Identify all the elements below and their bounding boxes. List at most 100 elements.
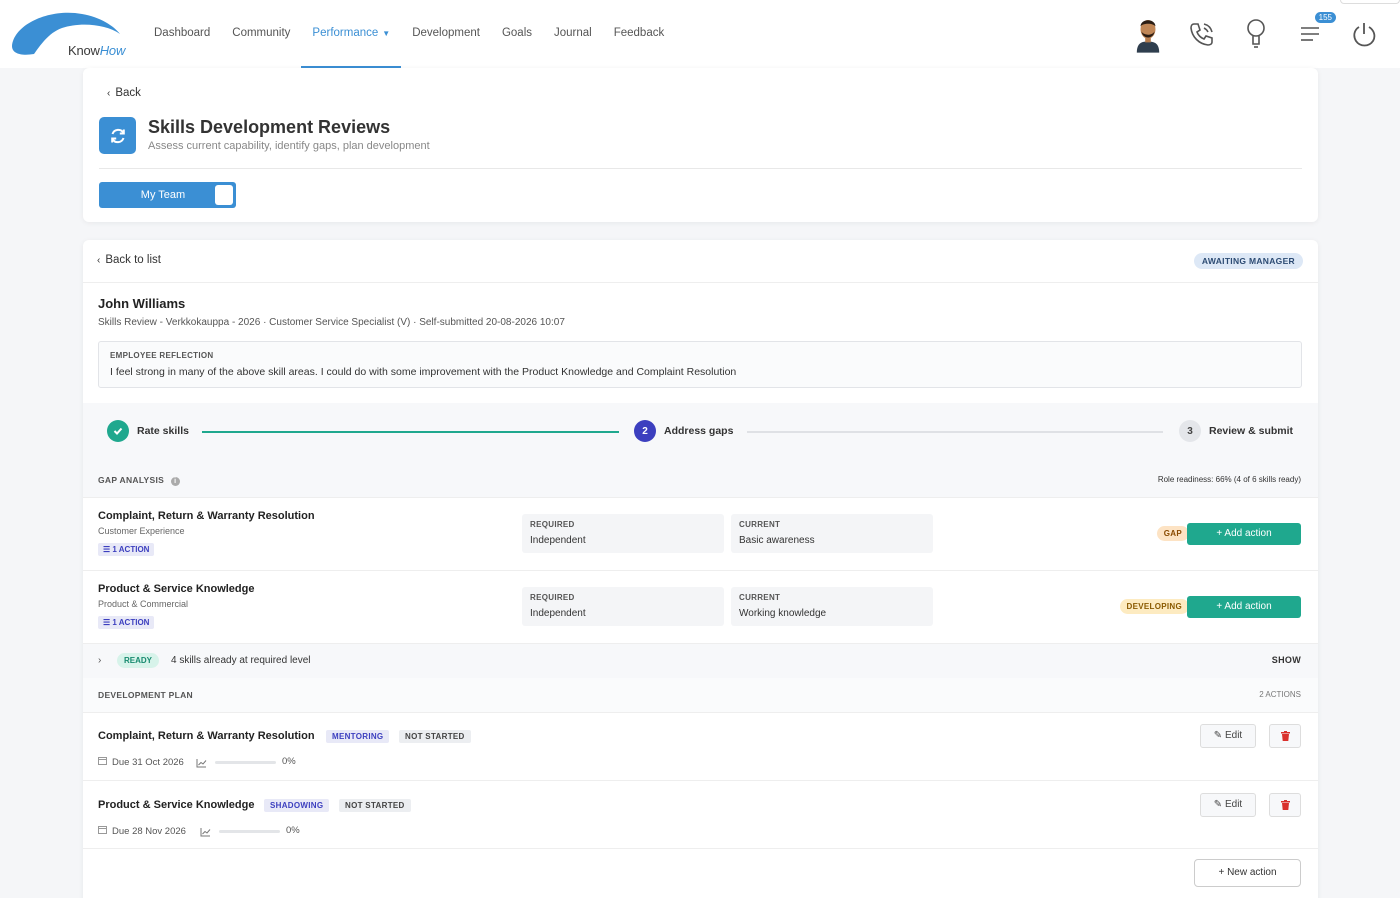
- top-navigation: KnowHow Dashboard Community Performance ▼…: [0, 0, 1400, 68]
- development-plan-header: DEVELOPMENT PLAN 2 ACTIONS: [83, 678, 1318, 712]
- back-link[interactable]: ‹ Back: [107, 87, 141, 99]
- nav-dashboard[interactable]: Dashboard: [154, 0, 221, 68]
- step-address-gaps[interactable]: 2 Address gaps: [634, 420, 733, 442]
- add-action-button[interactable]: + Add action: [1187, 596, 1301, 618]
- progress-percent: 0%: [282, 756, 296, 767]
- action-count-tag[interactable]: ☰ 1 ACTION: [98, 543, 155, 556]
- page-title: Skills Development Reviews: [148, 117, 391, 137]
- knowhow-logo[interactable]: KnowHow: [10, 10, 125, 58]
- corner-tab: [1340, 0, 1400, 4]
- toggle-label: My Team: [140, 189, 186, 201]
- pencil-icon: ✎: [1213, 799, 1225, 810]
- skill-category: Product & Commercial: [98, 599, 189, 609]
- plan-item: Product & Service Knowledge SHADOWING NO…: [83, 781, 1318, 849]
- skill-name: Product & Service Knowledge: [98, 583, 255, 595]
- action-count-tag[interactable]: ☰ 1 ACTION: [98, 616, 155, 629]
- reflection-label: EMPLOYEE REFLECTION: [110, 351, 214, 360]
- trash-icon: [1280, 731, 1290, 741]
- step-connector-pending: [747, 431, 1163, 433]
- main-menu: Dashboard Community Performance ▼ Develop…: [154, 0, 675, 68]
- step-review-submit[interactable]: 3 Review & submit: [1179, 420, 1293, 442]
- phone-icon[interactable]: [1188, 14, 1216, 54]
- ready-text: 4 skills already at required level: [171, 655, 311, 666]
- delete-button[interactable]: [1269, 724, 1301, 748]
- status-badge: AWAITING MANAGER: [1193, 253, 1303, 269]
- due-date: Due 31 Oct 2026: [98, 756, 184, 768]
- check-icon: [107, 420, 129, 442]
- action-status-tag: NOT STARTED: [339, 799, 411, 812]
- action-type-tag: SHADOWING: [264, 799, 330, 812]
- my-team-toggle[interactable]: My Team: [99, 182, 236, 208]
- list-icon: ☰: [103, 545, 113, 554]
- employee-reflection: EMPLOYEE REFLECTION I feel strong in man…: [98, 341, 1302, 388]
- review-card: ‹ Back to list AWAITING MANAGER John Will…: [83, 240, 1318, 898]
- page-subtitle: Assess current capability, identify gaps…: [148, 140, 430, 152]
- step-rate-skills[interactable]: Rate skills: [107, 420, 189, 442]
- nav-community[interactable]: Community: [221, 0, 301, 68]
- plan-skill-name: Complaint, Return & Warranty Resolution: [98, 730, 315, 742]
- chevron-right-icon: ›: [98, 655, 102, 666]
- back-to-list-link[interactable]: ‹ Back to list: [97, 254, 161, 266]
- ready-badge: READY: [117, 653, 160, 668]
- gap-row: Complaint, Return & Warranty Resolution …: [83, 497, 1318, 570]
- role-readiness: Role readiness: 66% (4 of 6 skills ready…: [1157, 475, 1301, 484]
- add-action-button[interactable]: + Add action: [1187, 523, 1301, 545]
- lightbulb-icon[interactable]: [1242, 14, 1270, 54]
- progress-percent: 0%: [286, 825, 300, 836]
- edit-button[interactable]: ✎ Edit: [1200, 793, 1256, 817]
- calendar-icon: [98, 825, 107, 837]
- divider: [83, 848, 1318, 849]
- step-connector-done: [202, 431, 619, 433]
- show-button[interactable]: SHOW: [1272, 655, 1301, 665]
- action-type-tag: MENTORING: [326, 730, 390, 743]
- ready-skills-row[interactable]: › READY 4 skills already at required lev…: [83, 644, 1318, 678]
- pencil-icon: ✎: [1213, 730, 1225, 741]
- required-level: REQUIRED Independent: [522, 514, 724, 553]
- current-level: CURRENT Working knowledge: [731, 587, 933, 626]
- required-level: REQUIRED Independent: [522, 587, 724, 626]
- reflection-text: I feel strong in many of the above skill…: [110, 366, 737, 378]
- edit-button[interactable]: ✎ Edit: [1200, 724, 1256, 748]
- chevron-left-icon: ‹: [97, 255, 101, 266]
- review-meta: Skills Review - Verkkokauppa - 2026 · Cu…: [98, 317, 565, 328]
- divider: [99, 168, 1302, 169]
- trend-icon: [200, 824, 211, 842]
- gap-analysis-header: GAP ANALYSIS i Role readiness: 66% (4 of…: [83, 463, 1318, 497]
- info-icon[interactable]: i: [170, 477, 180, 486]
- skill-category: Customer Experience: [98, 526, 185, 536]
- progress-bar: [219, 830, 280, 833]
- nav-performance[interactable]: Performance ▼: [301, 0, 401, 68]
- trash-icon: [1280, 800, 1290, 810]
- nav-journal[interactable]: Journal: [543, 0, 603, 68]
- current-level: CURRENT Basic awareness: [731, 514, 933, 553]
- section-title: DEVELOPMENT PLAN: [98, 690, 194, 700]
- plan-item: Complaint, Return & Warranty Resolution …: [83, 712, 1318, 780]
- menu-icon[interactable]: 155: [1296, 12, 1336, 54]
- action-status-tag: NOT STARTED: [399, 730, 471, 743]
- power-icon[interactable]: [1350, 14, 1378, 54]
- page-header-card: ‹ Back Skills Development Reviews Assess …: [83, 68, 1318, 222]
- plan-skill-name: Product & Service Knowledge: [98, 799, 255, 811]
- chevron-left-icon: ‹: [107, 88, 111, 99]
- nav-development[interactable]: Development: [401, 0, 491, 68]
- calendar-icon: [98, 756, 107, 768]
- nav-goals[interactable]: Goals: [491, 0, 543, 68]
- nav-feedback[interactable]: Feedback: [603, 0, 676, 68]
- avatar[interactable]: [1134, 14, 1162, 54]
- gap-row: Product & Service Knowledge Product & Co…: [83, 570, 1318, 643]
- progress-bar: [215, 761, 276, 764]
- trend-icon: [196, 755, 207, 773]
- toggle-knob: [215, 185, 233, 205]
- caret-down-icon: ▼: [382, 29, 391, 38]
- divider: [83, 282, 1318, 283]
- refresh-icon: [99, 117, 136, 154]
- skill-name: Complaint, Return & Warranty Resolution: [98, 510, 315, 522]
- list-icon: ☰: [103, 618, 113, 627]
- employee-name: John Williams: [98, 296, 186, 311]
- section-title: GAP ANALYSIS i: [98, 475, 180, 486]
- new-action-button[interactable]: + New action: [1194, 859, 1301, 887]
- progress-stepper: Rate skills 2 Address gaps 3 Review & su…: [83, 403, 1318, 463]
- due-date: Due 28 Nov 2026: [98, 825, 186, 837]
- delete-button[interactable]: [1269, 793, 1301, 817]
- gap-status-badge: GAP: [1156, 526, 1189, 541]
